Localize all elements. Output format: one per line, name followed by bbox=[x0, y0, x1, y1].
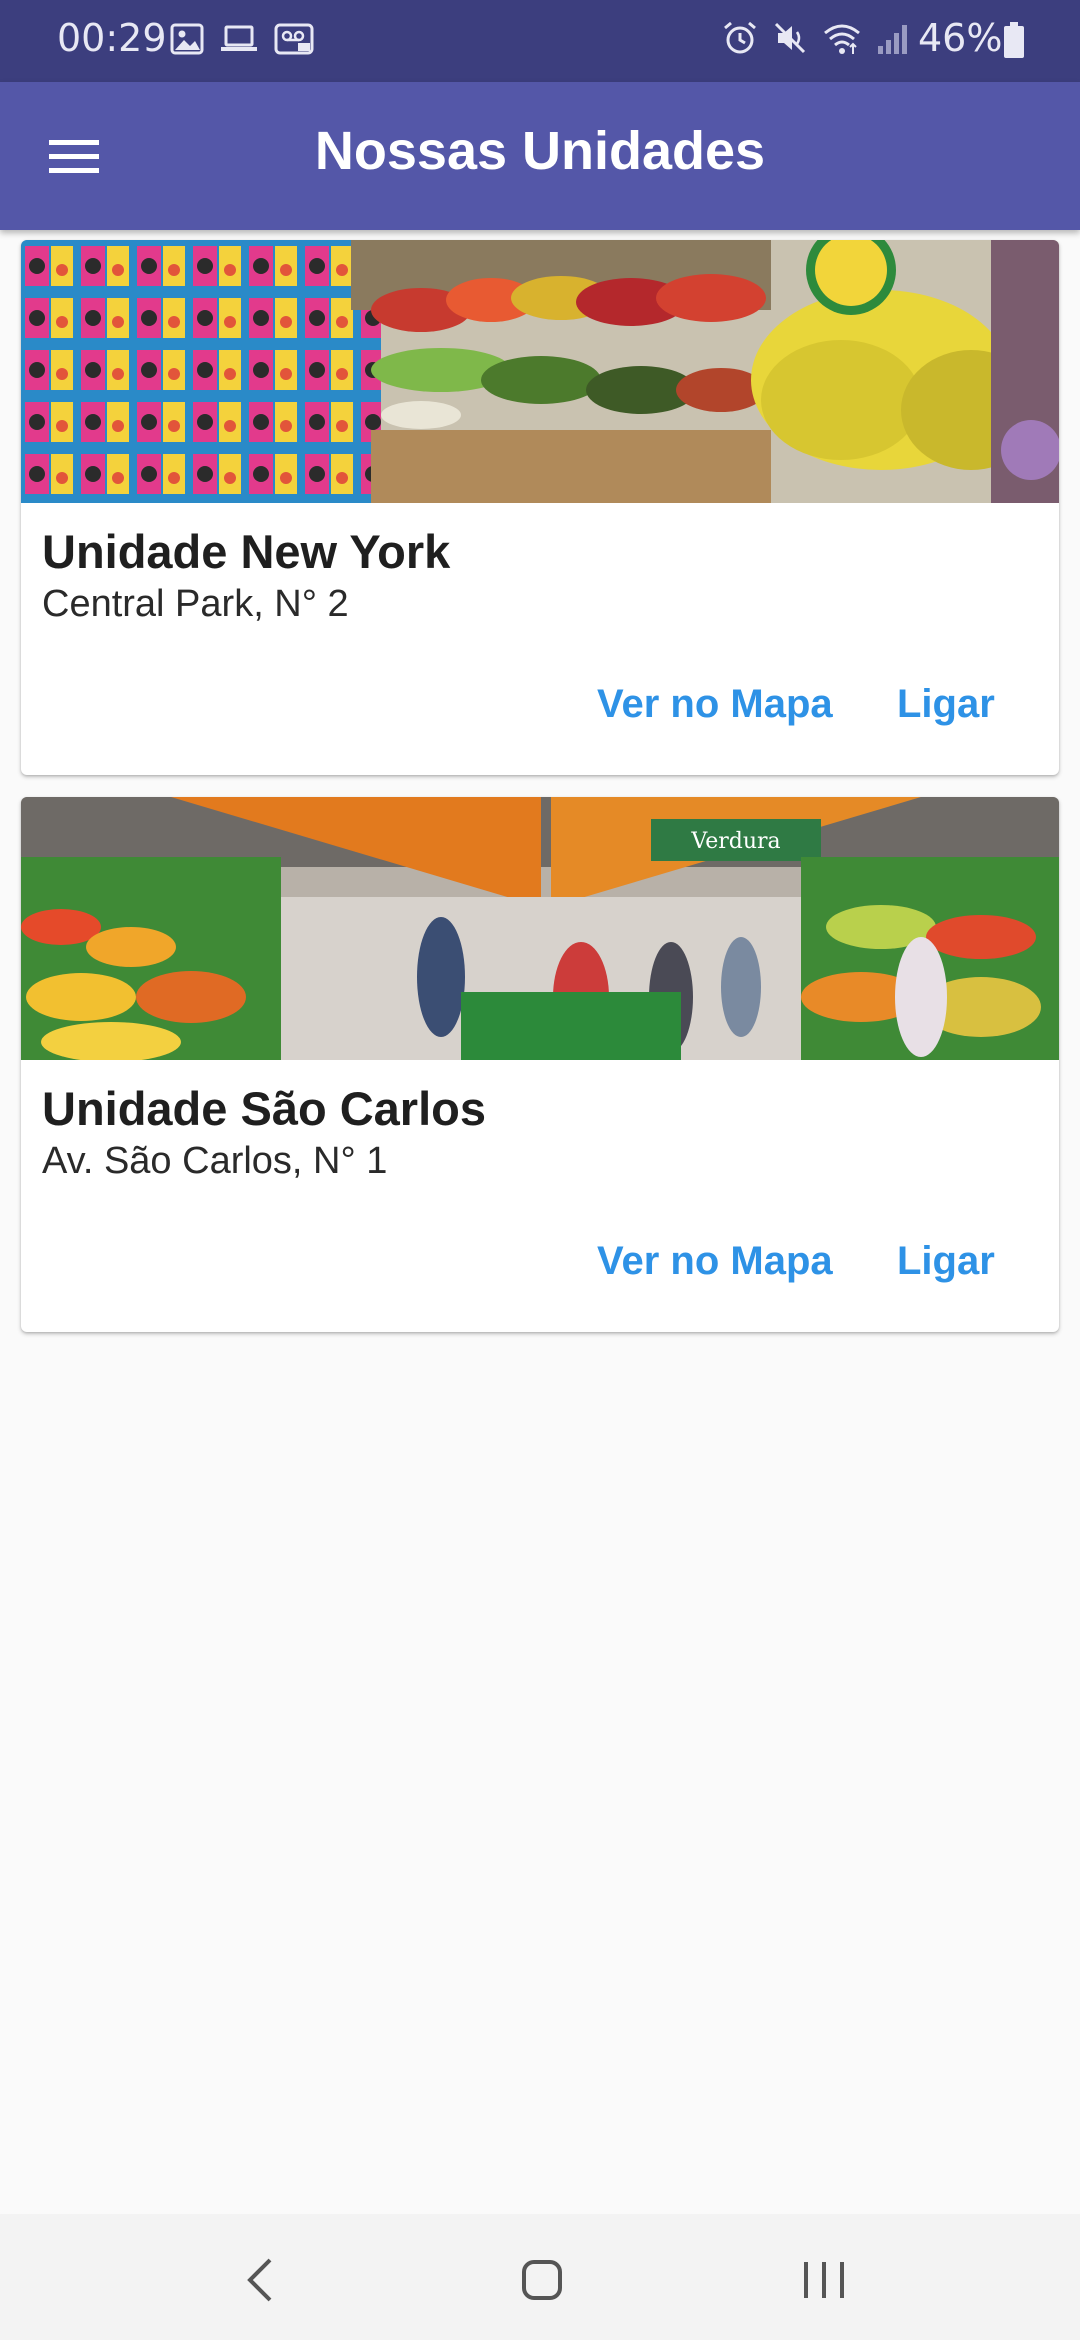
produce-sign: Verdura bbox=[690, 829, 780, 854]
system-navigation-bar bbox=[0, 2214, 1080, 2340]
call-button[interactable]: Ligar bbox=[897, 682, 995, 727]
status-bar: 00:29 46% bbox=[0, 0, 1080, 82]
status-time: 00:29 bbox=[57, 16, 167, 60]
status-notification-icons bbox=[170, 22, 314, 56]
wifi-icon bbox=[824, 24, 860, 54]
recent-apps-icon[interactable] bbox=[794, 2250, 854, 2310]
unit-card-sao-carlos: Verdura Unidade São Carlos Av. São Carlo… bbox=[21, 797, 1059, 1332]
unit-photo-sao-carlos: Verdura bbox=[21, 797, 1059, 1060]
alarm-icon bbox=[724, 21, 756, 54]
status-system-icons bbox=[722, 20, 910, 56]
view-on-map-button[interactable]: Ver no Mapa bbox=[597, 682, 833, 727]
unit-card-new-york: Unidade New York Central Park, N° 2 Ver … bbox=[21, 240, 1059, 775]
unit-photo-new-york bbox=[21, 240, 1059, 503]
battery-icon bbox=[1004, 22, 1024, 58]
unit-name: Unidade New York bbox=[42, 525, 451, 578]
back-icon[interactable] bbox=[230, 2250, 290, 2310]
call-button[interactable]: Ligar bbox=[897, 1239, 995, 1284]
view-on-map-button[interactable]: Ver no Mapa bbox=[597, 1239, 833, 1284]
home-icon[interactable] bbox=[512, 2250, 572, 2310]
laptop-icon bbox=[221, 25, 257, 51]
unit-address: Av. São Carlos, N° 1 bbox=[42, 1140, 388, 1182]
image-icon bbox=[170, 23, 204, 55]
unit-name: Unidade São Carlos bbox=[42, 1082, 486, 1135]
app-bar: Nossas Unidades bbox=[0, 82, 1080, 230]
page-title: Nossas Unidades bbox=[314, 121, 766, 181]
signal-icon bbox=[878, 25, 907, 54]
battery-percentage: 46% bbox=[918, 16, 1003, 60]
mute-icon bbox=[774, 22, 806, 54]
voicemail-icon bbox=[274, 23, 314, 55]
unit-address: Central Park, N° 2 bbox=[42, 583, 349, 625]
